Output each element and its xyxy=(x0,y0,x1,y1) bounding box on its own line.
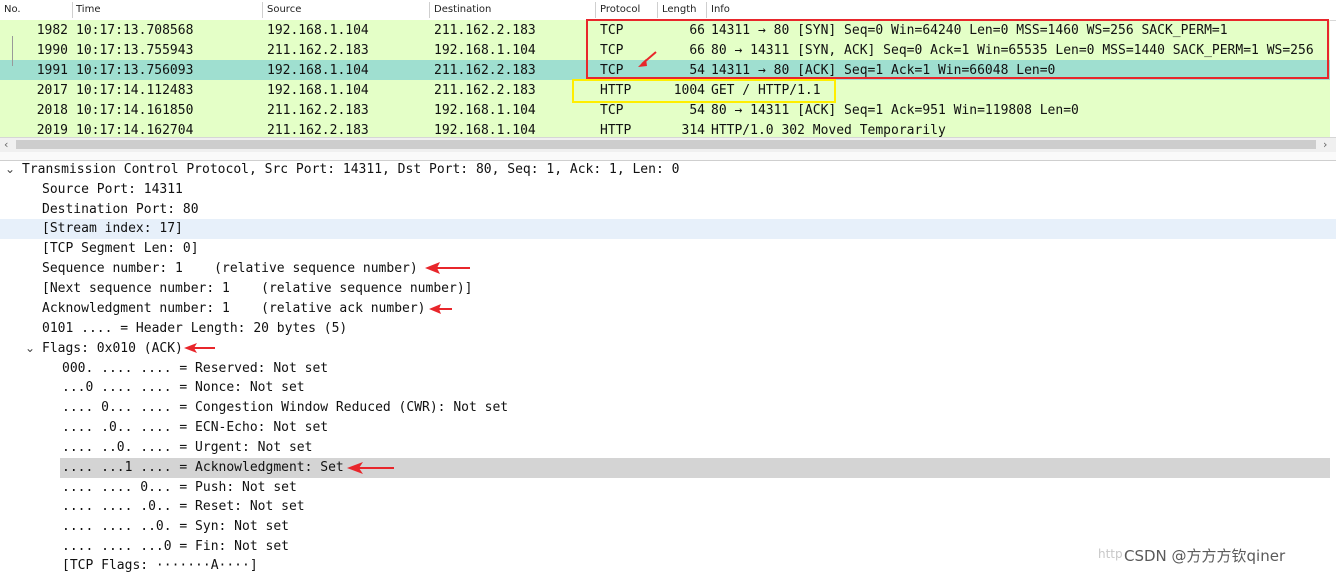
detail-field-highlighted[interactable]: [Stream index: 17] xyxy=(0,219,1336,239)
field-text: .... .... .0.. = Reset: Not set xyxy=(62,499,305,514)
packet-protocol: HTTP xyxy=(600,123,632,137)
packet-length: 314 xyxy=(681,123,705,137)
packet-source: 192.168.1.104 xyxy=(267,23,369,38)
detail-field[interactable]: [Next sequence number: 1 (relative seque… xyxy=(0,279,1336,299)
flag-field[interactable]: ...0 .... .... = Nonce: Not set xyxy=(0,378,1336,398)
watermark-prefix: http xyxy=(1098,547,1123,561)
flag-field[interactable]: .... .... ..0. = Syn: Not set xyxy=(0,517,1336,537)
packet-destination: 192.168.1.104 xyxy=(434,43,536,58)
detail-field[interactable]: Sequence number: 1 (relative sequence nu… xyxy=(0,259,1336,279)
flag-field[interactable]: 000. .... .... = Reserved: Not set xyxy=(0,359,1336,379)
field-text: [Stream index: 17] xyxy=(42,221,183,236)
column-header-source[interactable]: Source xyxy=(267,4,301,15)
field-text: .... .... 0... = Push: Not set xyxy=(62,480,297,495)
packet-destination: 192.168.1.104 xyxy=(434,123,536,137)
field-text: [Next sequence number: 1 (relative seque… xyxy=(42,281,473,296)
column-header-time[interactable]: Time xyxy=(76,4,100,15)
flag-field[interactable]: .... 0... .... = Congestion Window Reduc… xyxy=(0,398,1336,418)
chevron-down-icon[interactable]: ⌄ xyxy=(25,341,35,355)
chevron-down-icon[interactable]: ⌄ xyxy=(5,162,15,176)
red-arrow-icon xyxy=(347,462,394,474)
field-text: .... ...1 .... = Acknowledgment: Set xyxy=(62,460,344,475)
flag-field[interactable]: .... .... 0... = Push: Not set xyxy=(0,478,1336,498)
packet-source: 192.168.1.104 xyxy=(267,83,369,98)
packet-list-header: No. Time Source Destination Protocol Len… xyxy=(0,0,1336,21)
field-text: 0101 .... = Header Length: 20 bytes (5) xyxy=(42,321,348,336)
field-text: ...0 .... .... = Nonce: Not set xyxy=(62,380,305,395)
packet-source: 211.162.2.183 xyxy=(267,43,369,58)
field-text: 000. .... .... = Reserved: Not set xyxy=(62,361,329,376)
packet-length: 54 xyxy=(689,103,705,118)
field-text: .... 0... .... = Congestion Window Reduc… xyxy=(62,400,509,415)
packet-time: 10:17:14.112483 xyxy=(76,83,194,98)
detail-field[interactable]: Destination Port: 80 xyxy=(0,200,1336,220)
red-arrow-icon xyxy=(184,343,215,353)
red-arrow-icon xyxy=(429,304,452,314)
packet-destination: 211.162.2.183 xyxy=(434,23,536,38)
field-text: [TCP Flags: ·······A····] xyxy=(62,558,258,573)
column-header-protocol[interactable]: Protocol xyxy=(600,4,640,15)
field-text: .... .... ..0. = Syn: Not set xyxy=(62,519,289,534)
packet-destination: 192.168.1.104 xyxy=(434,103,536,118)
column-header-length[interactable]: Length xyxy=(662,4,697,15)
packet-destination: 211.162.2.183 xyxy=(434,83,536,98)
detail-field[interactable]: 0101 .... = Header Length: 20 bytes (5) xyxy=(0,319,1336,339)
detail-field[interactable]: [TCP Segment Len: 0] xyxy=(0,239,1336,259)
packet-no: 2019 xyxy=(36,123,68,137)
annotation-red-box xyxy=(586,19,1329,79)
field-text: .... ..0. .... = Urgent: Not set xyxy=(62,440,313,455)
packet-info: HTTP/1.0 302 Moved Temporarily xyxy=(711,123,946,137)
packet-time: 10:17:14.161850 xyxy=(76,103,194,118)
packet-row[interactable]: 2019 10:17:14.162704 211.162.2.183 192.1… xyxy=(0,120,1330,137)
packet-source: 192.168.1.104 xyxy=(267,63,369,78)
tcp-tree-header[interactable]: ⌄ Transmission Control Protocol, Src Por… xyxy=(0,160,1336,180)
packet-time: 10:17:13.755943 xyxy=(76,43,194,58)
packet-time: 10:17:13.708568 xyxy=(76,23,194,38)
packet-source: 211.162.2.183 xyxy=(267,103,369,118)
scrollbar-thumb[interactable] xyxy=(16,140,1316,149)
column-header-destination[interactable]: Destination xyxy=(434,4,491,15)
detail-field[interactable]: Acknowledgment number: 1 (relative ack n… xyxy=(0,299,1336,319)
conversation-line xyxy=(12,36,13,66)
tcp-header-label: Transmission Control Protocol, Src Port:… xyxy=(22,162,680,177)
flag-field[interactable]: .... .0.. .... = ECN-Echo: Not set xyxy=(0,418,1336,438)
watermark-text: CSDN @方方方钦qiner xyxy=(1124,547,1286,565)
packet-protocol: TCP xyxy=(600,103,624,118)
red-arrow-icon xyxy=(638,51,657,67)
watermark: http CSDN @方方方钦qiner xyxy=(1098,545,1286,566)
flag-field-selected[interactable]: .... ...1 .... = Acknowledgment: Set xyxy=(60,458,1330,478)
packet-source: 211.162.2.183 xyxy=(267,123,369,137)
scroll-right-icon[interactable]: › xyxy=(1323,138,1327,151)
flag-field[interactable]: .... ..0. .... = Urgent: Not set xyxy=(0,438,1336,458)
packet-no: 2018 xyxy=(36,103,68,118)
flag-field[interactable]: .... .... .0.. = Reset: Not set xyxy=(0,497,1336,517)
packet-no: 2017 xyxy=(36,83,68,98)
field-text: [TCP Segment Len: 0] xyxy=(42,241,199,256)
horizontal-scrollbar[interactable]: ‹ › xyxy=(0,137,1336,153)
field-text: Destination Port: 80 xyxy=(42,202,199,217)
column-header-info[interactable]: Info xyxy=(711,4,730,15)
field-text: Sequence number: 1 (relative sequence nu… xyxy=(42,261,418,276)
packet-info: 80 → 14311 [ACK] Seq=1 Ack=951 Win=11980… xyxy=(711,103,1079,118)
field-text: Source Port: 14311 xyxy=(42,182,183,197)
scroll-left-icon[interactable]: ‹ xyxy=(4,138,8,151)
detail-field[interactable]: Source Port: 14311 xyxy=(0,180,1336,200)
packet-time: 10:17:14.162704 xyxy=(76,123,194,137)
field-text: Acknowledgment number: 1 (relative ack n… xyxy=(42,301,426,316)
flags-label: Flags: 0x010 (ACK) xyxy=(42,341,183,356)
packet-row[interactable]: 2018 10:17:14.161850 211.162.2.183 192.1… xyxy=(0,100,1330,120)
field-text: .... .0.. .... = ECN-Echo: Not set xyxy=(62,420,329,435)
annotation-yellow-box xyxy=(572,79,836,103)
column-header-no[interactable]: No. xyxy=(4,4,21,15)
red-arrow-icon xyxy=(425,262,470,274)
packet-time: 10:17:13.756093 xyxy=(76,63,194,78)
field-text: .... .... ...0 = Fin: Not set xyxy=(62,539,289,554)
packet-destination: 211.162.2.183 xyxy=(434,63,536,78)
